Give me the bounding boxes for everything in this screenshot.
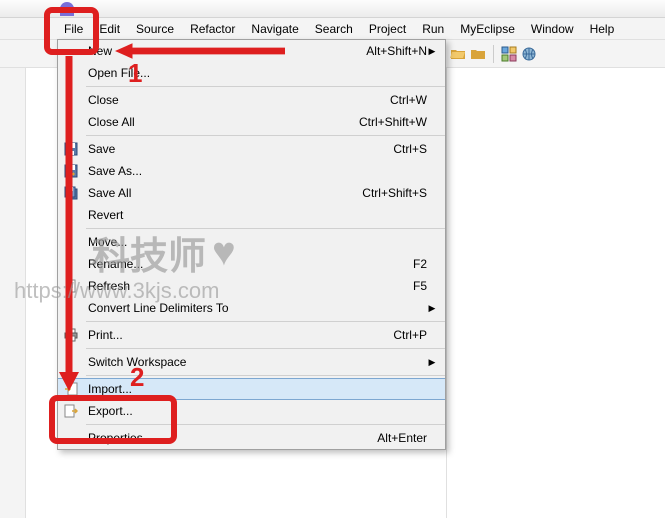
menu-navigate[interactable]: Navigate <box>243 18 306 39</box>
menu-search[interactable]: Search <box>307 18 361 39</box>
menu-item-close[interactable]: CloseCtrl+W <box>58 89 445 111</box>
menu-item-shortcut: Ctrl+P <box>393 328 427 342</box>
print-icon <box>58 324 84 346</box>
menu-item-label: Properties <box>84 431 377 445</box>
menu-item-save-all[interactable]: Save AllCtrl+Shift+S <box>58 182 445 204</box>
menu-item-shortcut: F2 <box>413 257 427 271</box>
menu-myeclipse[interactable]: MyEclipse <box>452 18 523 39</box>
menu-separator <box>86 321 445 322</box>
blank-icon <box>58 253 84 275</box>
menu-item-label: Switch Workspace <box>84 355 427 369</box>
menu-item-close-all[interactable]: Close AllCtrl+Shift+W <box>58 111 445 133</box>
menu-item-switch-workspace[interactable]: Switch Workspace▶ <box>58 351 445 373</box>
menu-item-label: Revert <box>84 208 427 222</box>
menu-edit[interactable]: Edit <box>91 18 128 39</box>
menu-separator <box>86 86 445 87</box>
blank-icon <box>58 62 84 84</box>
menu-item-label: Move... <box>84 235 427 249</box>
menu-separator <box>86 375 445 376</box>
menu-item-label: Save As... <box>84 164 427 178</box>
menu-item-label: Import... <box>84 382 427 396</box>
menubar: File Edit Source Refactor Navigate Searc… <box>0 18 665 40</box>
submenu-arrow-icon: ▶ <box>427 357 437 368</box>
menu-item-label: Rename... <box>84 257 413 271</box>
menu-item-shortcut: Alt+Enter <box>377 431 427 445</box>
toolbar-separator <box>493 45 494 63</box>
menu-item-revert[interactable]: Revert <box>58 204 445 226</box>
menu-window[interactable]: Window <box>523 18 582 39</box>
editor-area <box>446 68 665 518</box>
menu-item-label: Export... <box>84 404 427 418</box>
menu-item-import[interactable]: Import... <box>58 378 445 400</box>
menu-item-label: Convert Line Delimiters To <box>84 301 427 315</box>
globe-icon[interactable] <box>521 46 537 62</box>
import-icon <box>58 378 84 400</box>
blank-icon <box>58 111 84 133</box>
menu-refactor[interactable]: Refactor <box>182 18 243 39</box>
menu-item-rename[interactable]: Rename...F2 <box>58 253 445 275</box>
menu-item-label: Close <box>84 93 390 107</box>
file-dropdown: NewAlt+Shift+N▶Open File...CloseCtrl+WCl… <box>57 39 446 450</box>
menu-item-shortcut: Ctrl+Shift+W <box>359 115 427 129</box>
menu-source[interactable]: Source <box>128 18 182 39</box>
left-gutter <box>0 68 26 518</box>
menu-help[interactable]: Help <box>582 18 623 39</box>
menu-item-properties[interactable]: PropertiesAlt+Enter <box>58 427 445 449</box>
menu-item-shortcut: Ctrl+Shift+S <box>362 186 427 200</box>
blank-icon <box>58 231 84 253</box>
menu-item-label: New <box>84 44 366 58</box>
blank-icon <box>58 40 84 62</box>
menu-separator <box>86 348 445 349</box>
menu-item-label: Save All <box>84 186 362 200</box>
menu-item-shortcut: Ctrl+S <box>393 142 427 156</box>
menu-item-move[interactable]: Move... <box>58 231 445 253</box>
menu-item-shortcut: Ctrl+W <box>390 93 427 107</box>
menu-item-label: Save <box>84 142 393 156</box>
menu-item-save[interactable]: SaveCtrl+S <box>58 138 445 160</box>
menu-item-shortcut: F5 <box>413 279 427 293</box>
saveall-icon <box>58 182 84 204</box>
submenu-arrow-icon: ▶ <box>427 46 437 57</box>
menu-separator <box>86 228 445 229</box>
submenu-arrow-icon: ▶ <box>427 303 437 314</box>
blank-icon <box>58 204 84 226</box>
menu-file[interactable]: File <box>56 18 91 39</box>
perspective-icon[interactable] <box>501 46 517 62</box>
menu-item-save-as[interactable]: Save As... <box>58 160 445 182</box>
menu-item-label: Refresh <box>84 279 413 293</box>
blank-icon <box>58 89 84 111</box>
menu-item-export[interactable]: Export... <box>58 400 445 422</box>
menu-separator <box>86 424 445 425</box>
menu-separator <box>86 135 445 136</box>
export-icon <box>58 400 84 422</box>
menu-item-label: Open File... <box>84 66 427 80</box>
menu-item-print[interactable]: Print...Ctrl+P <box>58 324 445 346</box>
menu-run[interactable]: Run <box>414 18 452 39</box>
menu-item-open-file[interactable]: Open File... <box>58 62 445 84</box>
menu-item-convert-line-delimiters-to[interactable]: Convert Line Delimiters To▶ <box>58 297 445 319</box>
open-folder-icon[interactable] <box>450 46 466 62</box>
refresh-icon <box>58 275 84 297</box>
menu-item-label: Close All <box>84 115 359 129</box>
saveas-icon <box>58 160 84 182</box>
blank-icon <box>58 297 84 319</box>
menu-item-shortcut: Alt+Shift+N <box>366 44 427 58</box>
menu-item-new[interactable]: NewAlt+Shift+N▶ <box>58 40 445 62</box>
menu-item-label: Print... <box>84 328 393 342</box>
window-titlebar <box>0 0 665 18</box>
blank-icon <box>58 351 84 373</box>
menu-item-refresh[interactable]: RefreshF5 <box>58 275 445 297</box>
app-icon <box>60 2 74 16</box>
menu-project[interactable]: Project <box>361 18 414 39</box>
folder-icon[interactable] <box>470 46 486 62</box>
blank-icon <box>58 427 84 449</box>
save-icon <box>58 138 84 160</box>
